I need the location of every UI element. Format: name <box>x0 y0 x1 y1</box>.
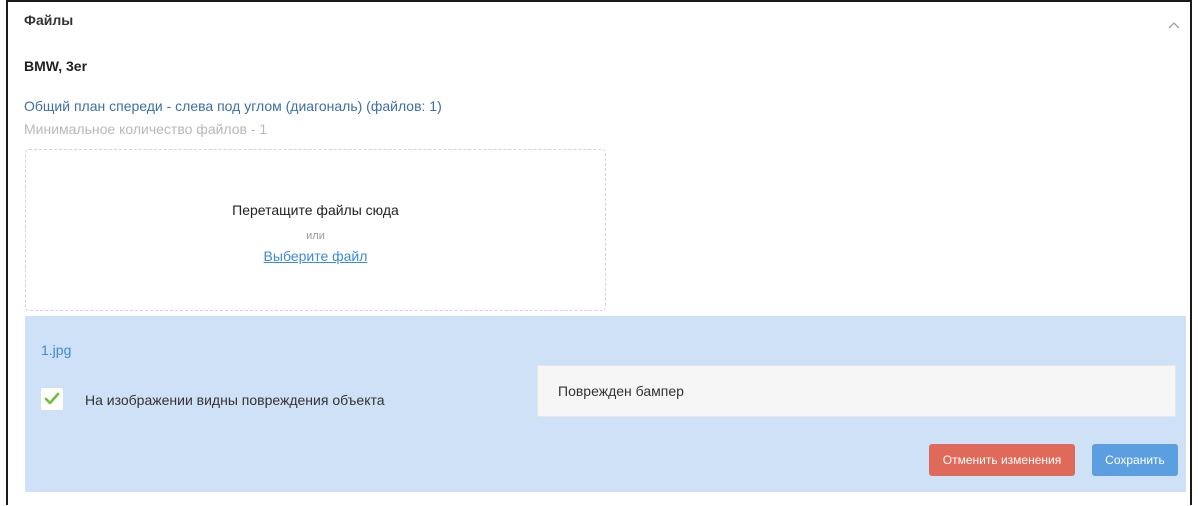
file-dropzone[interactable]: Перетащите файлы сюда или Выберите файл <box>25 149 606 311</box>
dropzone-or: или <box>306 230 325 242</box>
panel-header[interactable]: Файлы <box>24 12 1180 32</box>
damage-checkbox[interactable] <box>41 388 63 410</box>
save-button[interactable]: Сохранить <box>1092 444 1178 476</box>
chevron-up-icon[interactable] <box>1168 16 1180 29</box>
damage-comment-input[interactable] <box>537 365 1176 417</box>
cancel-changes-button[interactable]: Отменить изменения <box>929 444 1075 476</box>
dropzone-text: Перетащите файлы сюда <box>232 202 399 218</box>
uploaded-file-card: 1.jpg На изображении видны повреждения о… <box>25 316 1186 492</box>
panel-title: Файлы <box>24 12 74 28</box>
file-name-link[interactable]: 1.jpg <box>41 342 71 358</box>
min-files-hint: Минимальное количество файлов - 1 <box>24 121 268 137</box>
vehicle-title: BMW, 3er <box>24 58 88 74</box>
files-panel: Файлы BMW, 3er Общий план спереди - слев… <box>6 0 1192 505</box>
checkmark-icon <box>44 392 60 405</box>
damage-checkbox-label: На изображении видны повреждения объекта <box>85 392 385 408</box>
photo-category-title: Общий план спереди - слева под углом (ди… <box>24 98 442 114</box>
choose-file-link[interactable]: Выберите файл <box>26 248 605 264</box>
